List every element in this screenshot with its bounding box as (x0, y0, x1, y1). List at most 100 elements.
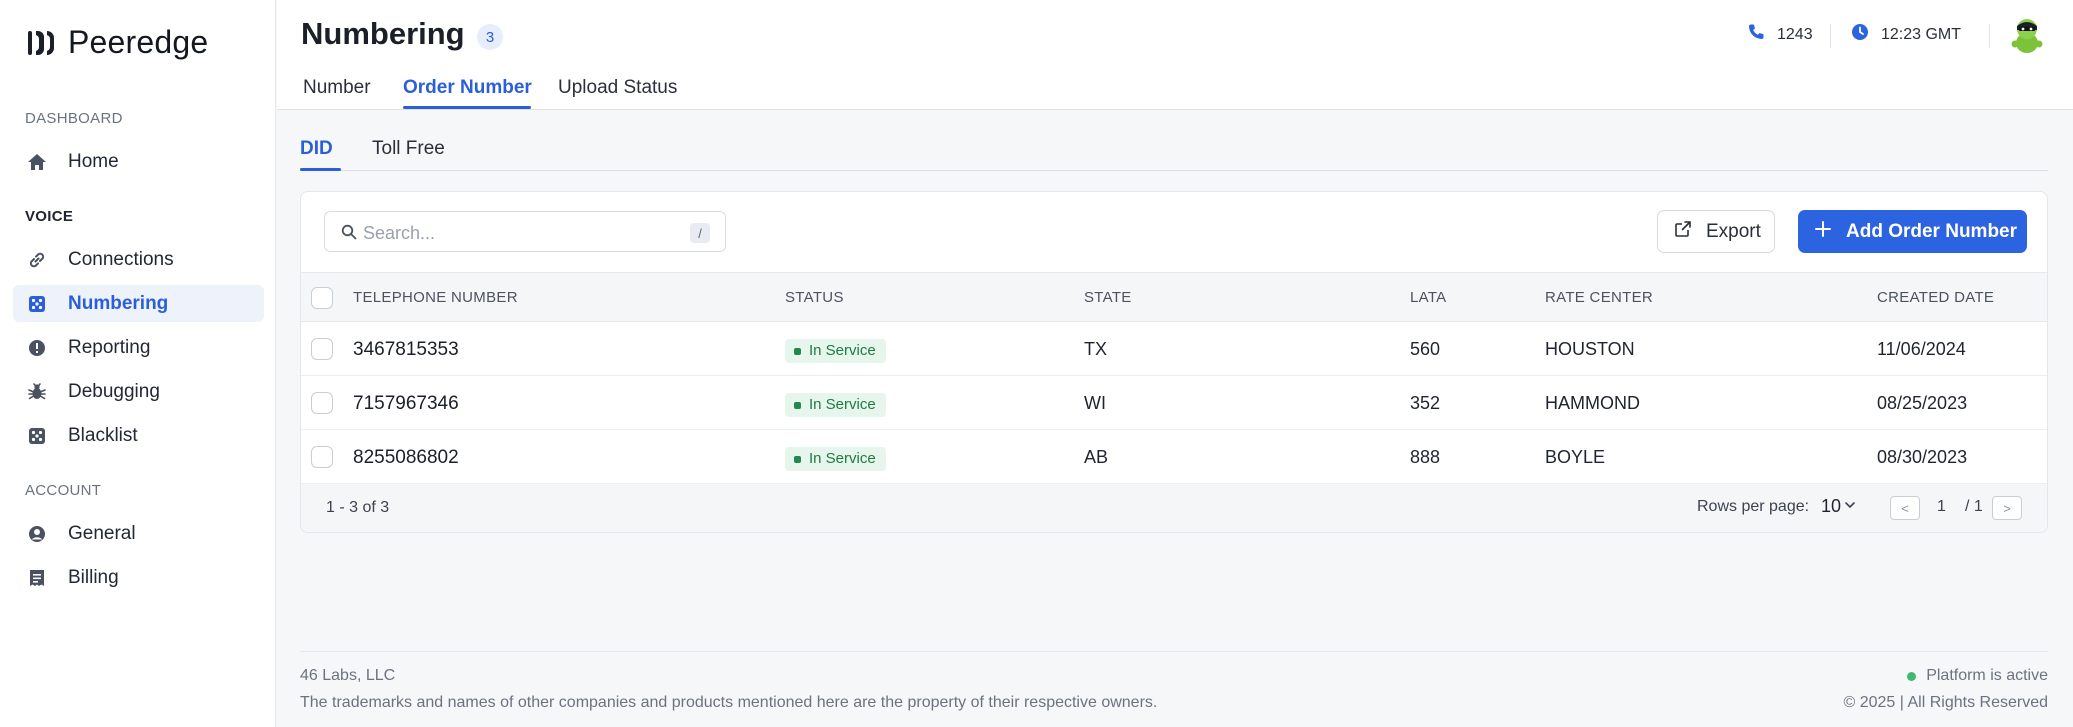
sidebar-item-label: Connections (68, 248, 174, 270)
lata-cell: 352 (1410, 393, 1441, 413)
state-cell: TX (1084, 339, 1108, 359)
sidebar-item-reporting[interactable]: Reporting (13, 329, 264, 366)
lata-cell: 888 (1410, 447, 1441, 467)
user-circle-icon (27, 524, 47, 544)
export-label: Export (1706, 220, 1761, 242)
status-badge: In Service (785, 393, 886, 417)
receipt-icon (27, 568, 47, 588)
section-label-voice: VOICE (25, 208, 74, 225)
sidebar-item-general[interactable]: General (13, 515, 264, 552)
divider (1989, 24, 1990, 48)
user-avatar-icon (2011, 19, 2043, 53)
table-row[interactable]: 8255086802 In Service AB 888 BOYLE 08/30… (301, 430, 2047, 484)
status-badge: In Service (785, 447, 886, 471)
sidebar-item-label: Numbering (68, 292, 169, 314)
page-header: Numbering 3 Number Order Number Upload S… (277, 0, 2073, 110)
count-badge: 3 (477, 24, 503, 50)
chevron-down-icon[interactable] (1844, 498, 1856, 516)
telephone-number: 3467815353 (353, 339, 459, 360)
order-number-table-card: Search... / Export Add Order Number TELE… (300, 191, 2048, 533)
rows-per-page-select[interactable]: 10 (1821, 496, 1841, 517)
sidebar-item-numbering[interactable]: Numbering (13, 285, 264, 322)
add-order-number-label: Add Order Number (1846, 220, 2018, 242)
column-header-status[interactable]: STATUS (785, 289, 844, 306)
select-all-checkbox[interactable] (311, 287, 333, 309)
created-date-cell: 11/06/2024 (1877, 339, 1966, 359)
link-icon (27, 250, 47, 270)
phone-icon (1747, 23, 1765, 46)
sidebar-item-label: Home (68, 150, 119, 172)
alert-circle-icon (27, 338, 47, 358)
bug-icon (27, 382, 47, 402)
row-checkbox[interactable] (311, 392, 333, 414)
sidebar-item-label: General (68, 522, 136, 544)
sidebar: Peeredge DASHBOARD Home VOICE Connection… (0, 0, 276, 727)
search-placeholder: Search... (363, 223, 436, 243)
home-icon (27, 152, 47, 172)
sidebar-item-blacklist[interactable]: Blacklist (13, 417, 264, 454)
brand-logo[interactable]: Peeredge (26, 24, 208, 61)
status-dot-icon (1907, 671, 1917, 681)
platform-status: Platform is active (1907, 667, 2048, 685)
sidebar-item-home[interactable]: Home (13, 143, 264, 180)
page-footer: 46 Labs, LLC The trademarks and names of… (300, 651, 2048, 711)
rate-center-cell: BOYLE (1545, 447, 1606, 467)
row-checkbox[interactable] (311, 446, 333, 468)
sidebar-item-billing[interactable]: Billing (13, 559, 264, 596)
brand-name: Peeredge (68, 24, 209, 60)
rows-per-page-label: Rows per page: (1697, 498, 1810, 515)
column-header-lata[interactable]: LATA (1410, 289, 1447, 306)
dice-icon (27, 294, 47, 314)
status-badge: In Service (785, 339, 886, 363)
state-cell: WI (1084, 393, 1106, 413)
search-input[interactable]: Search... / (324, 211, 726, 252)
time-indicator: 12:23 GMT (1851, 23, 1961, 46)
sidebar-item-label: Reporting (68, 336, 151, 358)
page-title: Numbering (301, 16, 465, 51)
table-pagination: 1 - 3 of 3 Rows per page: 10 < 1 / 1 > (301, 484, 2047, 532)
active-subtab-indicator (300, 168, 341, 171)
divider (1830, 24, 1831, 48)
add-order-number-button[interactable]: Add Order Number (1798, 210, 2027, 253)
column-header-rate-center[interactable]: RATE CENTER (1545, 289, 1653, 306)
table-row[interactable]: 3467815353 In Service TX 560 HOUSTON 11/… (301, 322, 2047, 376)
lata-cell: 560 (1410, 339, 1441, 359)
avatar[interactable] (2009, 16, 2045, 54)
tab-number[interactable]: Number (303, 77, 371, 99)
current-page: 1 (1937, 498, 1946, 515)
tab-order-number[interactable]: Order Number (403, 77, 532, 99)
company-name: 46 Labs, LLC (300, 667, 396, 684)
search-shortcut-hint: / (690, 223, 710, 243)
column-header-state[interactable]: STATE (1084, 289, 1132, 306)
created-date-cell: 08/25/2023 (1877, 393, 1968, 413)
sidebar-item-debugging[interactable]: Debugging (13, 373, 264, 410)
dice-icon (27, 426, 47, 446)
current-time: 12:23 GMT (1881, 25, 1962, 43)
table-row[interactable]: 7157967346 In Service WI 352 HAMMOND 08/… (301, 376, 2047, 430)
tab-upload-status[interactable]: Upload Status (558, 77, 677, 99)
sidebar-item-label: Blacklist (68, 424, 138, 446)
section-label-dashboard: DASHBOARD (25, 110, 123, 127)
sidebar-item-label: Debugging (68, 380, 160, 402)
phone-extension: 1243 (1777, 25, 1813, 43)
next-page-button[interactable]: > (1992, 496, 2022, 520)
active-tab-indicator (403, 106, 531, 109)
rate-center-cell: HAMMOND (1545, 393, 1640, 413)
created-date-cell: 08/30/2023 (1877, 447, 1968, 467)
section-label-account: ACCOUNT (25, 482, 102, 499)
tab-did[interactable]: DID (300, 138, 333, 160)
prev-page-button[interactable]: < (1890, 496, 1920, 520)
external-link-icon (1674, 220, 1692, 244)
sidebar-item-connections[interactable]: Connections (13, 241, 264, 278)
sidebar-item-label: Billing (68, 566, 119, 588)
phone-indicator: 1243 (1747, 23, 1813, 46)
tab-toll-free[interactable]: Toll Free (372, 138, 445, 160)
legal-notice: The trademarks and names of other compan… (300, 694, 1158, 711)
column-header-telephone-number[interactable]: TELEPHONE NUMBER (353, 289, 518, 306)
table-header: TELEPHONE NUMBER STATUS STATE LATA RATE … (301, 272, 2047, 322)
row-checkbox[interactable] (311, 338, 333, 360)
peeredge-logo-icon (26, 28, 56, 58)
export-button[interactable]: Export (1657, 210, 1775, 253)
clock-icon (1851, 23, 1869, 46)
column-header-created-date[interactable]: CREATED DATE (1877, 289, 1994, 306)
